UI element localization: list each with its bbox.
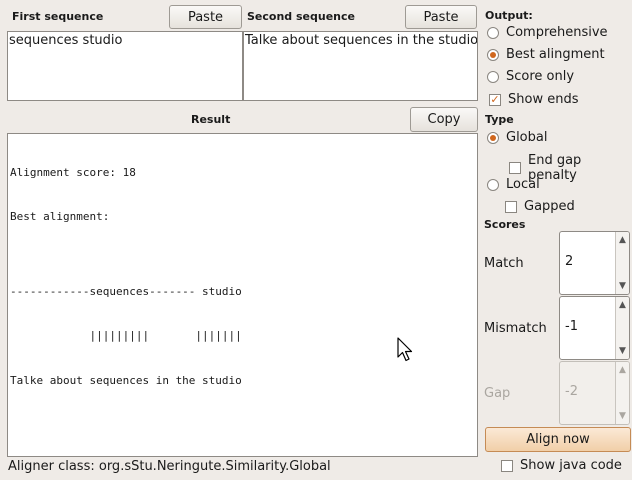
- second-paste-button[interactable]: Paste: [405, 5, 477, 29]
- radio-button-icon: [487, 26, 499, 39]
- second-sequence-label: Second sequence: [247, 10, 355, 23]
- result-line: Best alignment:: [10, 210, 110, 224]
- radio-global[interactable]: Global: [487, 130, 547, 145]
- checkbox-show-ends[interactable]: ✓ Show ends: [489, 92, 578, 107]
- radio-button-selected-icon: [487, 48, 499, 61]
- radio-label: Score only: [506, 69, 575, 84]
- mouse-cursor-icon: [397, 337, 413, 362]
- checkbox-label: Gapped: [524, 199, 575, 214]
- copy-button[interactable]: Copy: [410, 107, 478, 132]
- arrow-down-icon[interactable]: ▼: [619, 346, 626, 356]
- checkbox-show-java-code[interactable]: Show java code: [501, 458, 622, 473]
- radio-button-selected-icon: [487, 131, 499, 144]
- first-sequence-input[interactable]: sequences studio: [7, 31, 243, 101]
- first-sequence-label: First sequence: [12, 10, 104, 23]
- result-line: Talke about sequences in the studio: [10, 373, 242, 387]
- result-text-area[interactable]: Alignment score: 18 Best alignment: ----…: [7, 133, 478, 457]
- radio-label: Local: [506, 177, 540, 192]
- radio-local[interactable]: Local: [487, 177, 540, 192]
- radio-label: Comprehensive: [506, 25, 608, 40]
- arrow-down-icon[interactable]: ▼: [619, 281, 626, 291]
- checkbox-gapped[interactable]: Gapped: [505, 199, 575, 214]
- arrow-up-icon[interactable]: ▲: [619, 235, 626, 245]
- type-label: Type: [485, 113, 514, 126]
- match-value: 2: [565, 254, 574, 269]
- spinner-arrows: ▲ ▼: [615, 362, 629, 424]
- result-label: Result: [191, 113, 231, 126]
- mismatch-value: -1: [565, 319, 578, 334]
- spinner-arrows[interactable]: ▲ ▼: [615, 297, 629, 359]
- checkmark-icon: ✓: [489, 92, 501, 106]
- gap-label: Gap: [484, 386, 511, 401]
- mismatch-spinner[interactable]: -1 ▲ ▼: [559, 296, 630, 360]
- first-paste-button[interactable]: Paste: [169, 5, 242, 29]
- align-now-button[interactable]: Align now: [485, 427, 631, 452]
- radio-button-icon: [487, 70, 499, 83]
- radio-button-icon: [487, 178, 499, 191]
- spinner-arrows[interactable]: ▲ ▼: [615, 232, 629, 294]
- checkbox-icon: [505, 200, 517, 213]
- radio-score-only[interactable]: Score only: [487, 69, 574, 84]
- checkbox-icon: [509, 162, 521, 174]
- result-line: Alignment score: 18: [10, 166, 136, 179]
- output-label: Output:: [485, 9, 533, 22]
- arrow-up-icon[interactable]: ▲: [619, 300, 626, 310]
- match-label: Match: [484, 256, 524, 271]
- checkbox-label: Show java code: [520, 458, 622, 473]
- gap-value: -2: [565, 384, 578, 399]
- scores-label: Scores: [484, 218, 526, 231]
- mismatch-label: Mismatch: [484, 321, 547, 336]
- match-spinner[interactable]: 2 ▲ ▼: [559, 231, 630, 295]
- radio-comprehensive[interactable]: Comprehensive: [487, 25, 608, 40]
- second-sequence-input[interactable]: Talke about sequences in the studio: [243, 31, 478, 101]
- gap-spinner: -2 ▲ ▼: [559, 361, 630, 425]
- checkbox-icon: [501, 459, 513, 472]
- arrow-down-icon: ▼: [619, 411, 626, 421]
- radio-label: Global: [506, 130, 548, 145]
- checkbox-label: End gap penalty: [528, 153, 582, 183]
- arrow-up-icon: ▲: [619, 365, 626, 375]
- radio-label: Best alingment: [506, 47, 605, 62]
- result-line: ------------sequences------- studio: [10, 284, 242, 298]
- radio-best-alignment[interactable]: Best alingment: [487, 47, 605, 62]
- status-text: Aligner class: org.sStu.Neringute.Simila…: [8, 459, 331, 474]
- checkbox-label: Show ends: [508, 92, 579, 107]
